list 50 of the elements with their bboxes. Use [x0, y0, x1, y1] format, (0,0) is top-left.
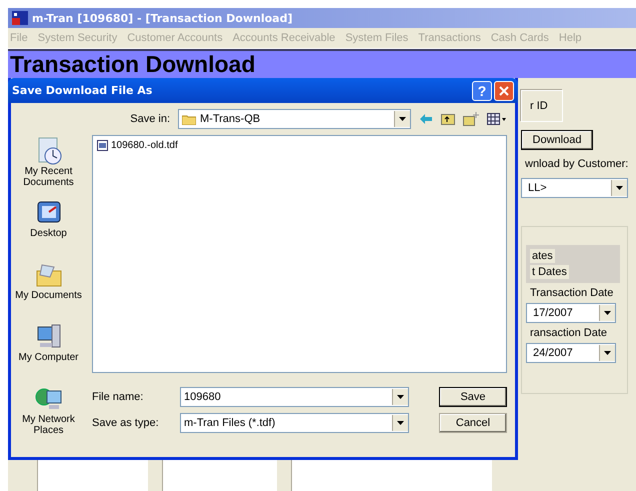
file-name-label: File name: — [92, 391, 144, 403]
places-item[interactable]: My Network Places — [13, 385, 84, 445]
date-option[interactable]: ates — [530, 249, 555, 263]
close-icon — [499, 86, 509, 96]
caret-icon — [397, 421, 404, 425]
dropdown-button[interactable] — [392, 415, 408, 431]
dropdown-button[interactable] — [392, 389, 408, 405]
help-button[interactable]: ? — [472, 80, 492, 100]
save-in-label: Save in: — [129, 113, 170, 125]
places-item[interactable]: Desktop — [13, 199, 84, 259]
up-folder-icon[interactable] — [441, 113, 455, 125]
list-entry[interactable]: 109680.-old.tdf — [97, 140, 178, 151]
caret-icon — [397, 395, 404, 399]
caret-icon — [616, 186, 624, 190]
date-option[interactable]: t Dates — [530, 265, 569, 279]
dropdown-button[interactable] — [599, 345, 615, 361]
save-in-select[interactable]: M-Trans-QB — [178, 109, 411, 129]
customer-select[interactable]: LL> — [521, 178, 628, 198]
dropdown-button[interactable] — [599, 305, 615, 321]
dialog-title: Save Download File As — [12, 84, 152, 97]
file-icon — [97, 140, 108, 151]
places-item[interactable]: My Documents — [13, 261, 84, 321]
cancel-button[interactable]: Cancel — [439, 413, 507, 433]
page-title: Transaction Download — [10, 51, 256, 78]
caret-icon — [604, 311, 611, 315]
caret-icon — [399, 117, 406, 121]
places-item[interactable]: My Recent Documents — [13, 137, 84, 197]
places-item[interactable]: My Computer — [13, 323, 84, 383]
start-date-select[interactable]: 17/2007 — [526, 303, 616, 323]
save-type-label: Save as type: — [92, 417, 160, 429]
save-in-value: M-Trans-QB — [200, 113, 260, 125]
dropdown-button[interactable] — [394, 111, 410, 127]
save-type-select[interactable]: m-Tran Files (*.tdf) — [180, 413, 409, 433]
file-name-input[interactable]: 109680 — [184, 391, 364, 403]
start-date-label: Transaction Date — [529, 287, 614, 299]
caret-icon — [604, 351, 611, 355]
download-button[interactable]: Download — [521, 130, 593, 150]
window-title: m-Tran [109680] - [Transaction Download] — [32, 12, 292, 24]
close-button[interactable] — [494, 80, 514, 100]
customer-label: wnload by Customer: — [524, 158, 628, 170]
dropdown-button[interactable] — [611, 180, 628, 196]
new-folder-icon[interactable] — [463, 112, 479, 126]
view-menu-icon[interactable] — [487, 113, 507, 125]
end-date-select[interactable]: 24/2007 — [526, 343, 616, 363]
id-label: r ID — [529, 100, 548, 112]
save-button[interactable]: Save — [439, 387, 507, 407]
app-icon — [12, 11, 28, 25]
end-date-label: ransaction Date — [529, 327, 608, 339]
folder-icon — [182, 114, 196, 124]
file-name-combo[interactable]: 109680 — [180, 387, 409, 407]
